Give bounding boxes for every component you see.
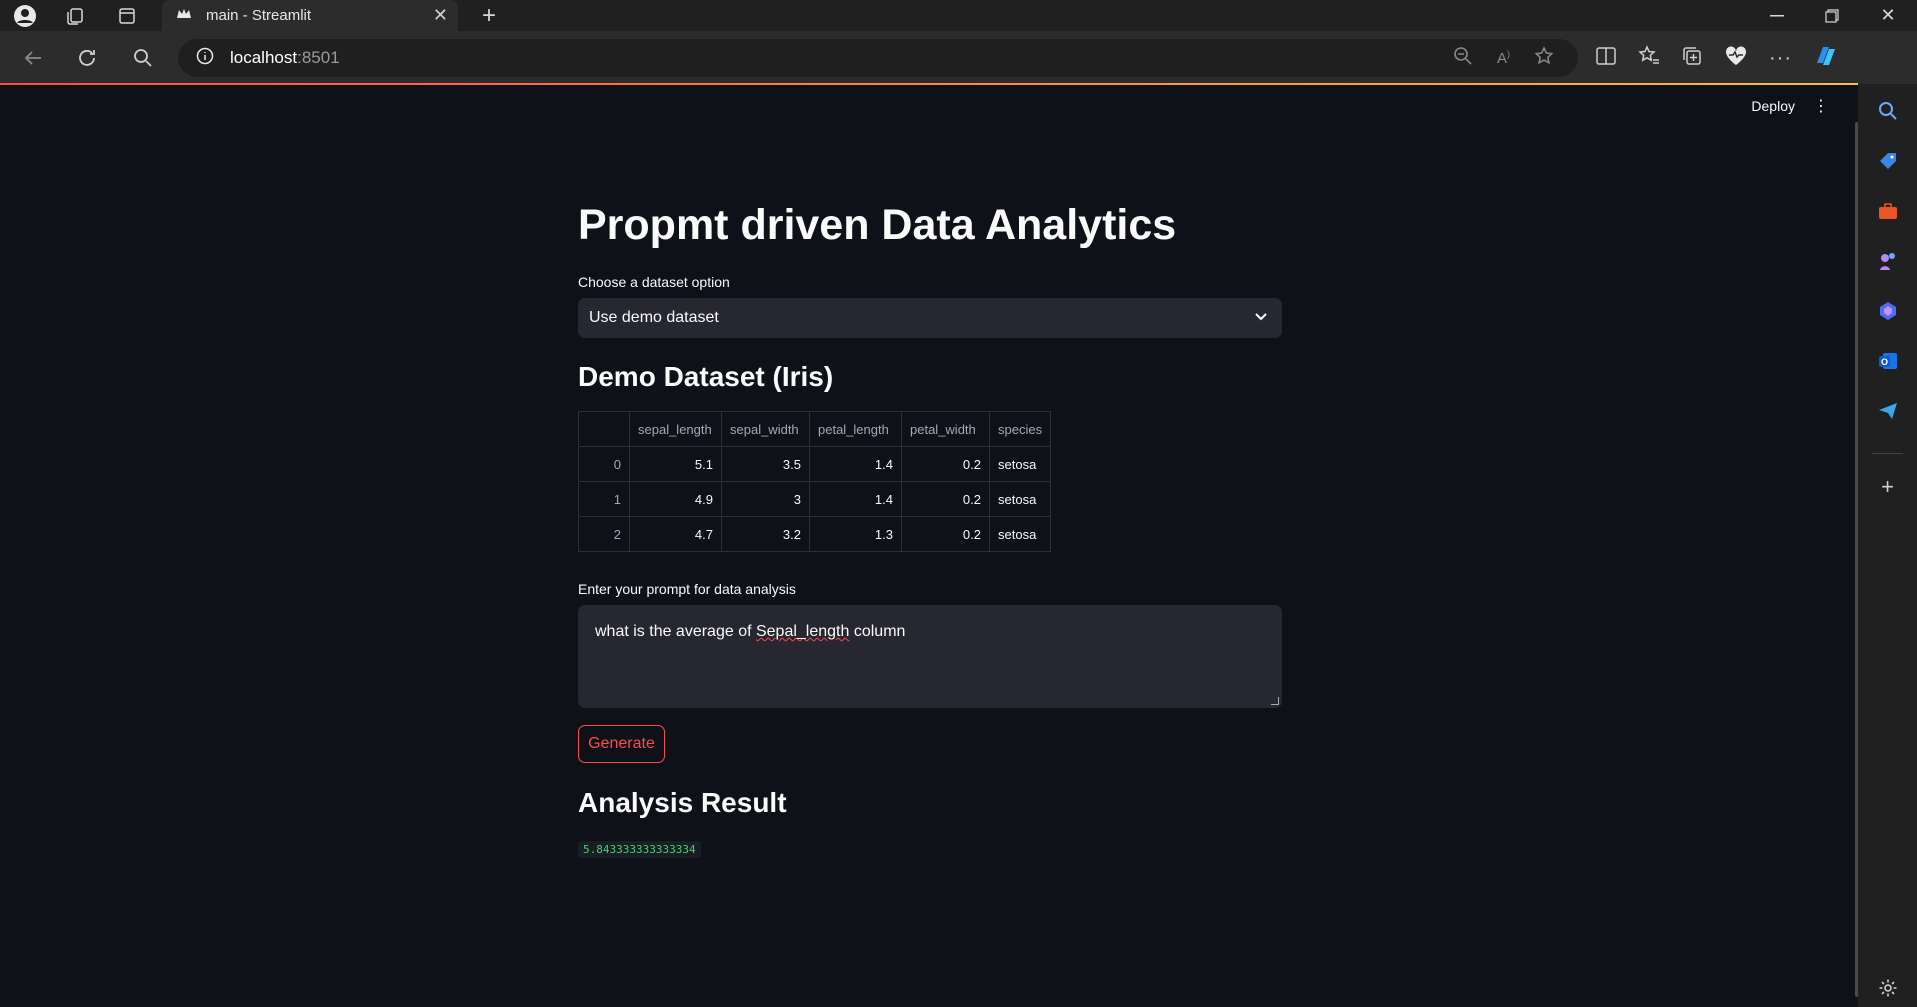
streamlit-crown-icon	[176, 7, 192, 24]
table-cell[interactable]: setosa	[988, 446, 1052, 482]
send-icon[interactable]	[1875, 398, 1900, 423]
shopping-tag-icon[interactable]	[1875, 148, 1900, 173]
browser-toolbar: ···	[1595, 41, 1839, 75]
table-cell[interactable]: 4.7	[629, 516, 722, 552]
table-row: 0 5.1 3.5 1.4 0.2 setosa	[578, 446, 1052, 482]
table-cell[interactable]: setosa	[988, 516, 1052, 552]
row-index: 0	[578, 446, 630, 482]
deploy-button[interactable]: Deploy	[1751, 98, 1795, 114]
column-header[interactable]: species	[988, 411, 1052, 447]
table-cell[interactable]: 3.2	[721, 516, 810, 552]
sidebar-divider	[1872, 453, 1903, 454]
tab-actions-icon[interactable]	[110, 0, 144, 31]
column-header[interactable]: sepal_length	[629, 411, 722, 447]
demo-dataset-heading: Demo Dataset (Iris)	[578, 361, 834, 392]
games-icon[interactable]	[1875, 248, 1900, 273]
page-title: Propmt driven Data Analytics	[578, 201, 1177, 249]
url-port: :8501	[297, 48, 340, 67]
minimize-icon[interactable]	[1757, 0, 1797, 31]
table-cell[interactable]: 3	[721, 481, 810, 517]
profile-icon[interactable]	[8, 0, 42, 31]
site-info-icon[interactable]	[196, 47, 214, 70]
table-cell[interactable]: 1.4	[809, 481, 902, 517]
browser-window: main - Streamlit ✕ + ✕ localhost:8501 A…	[0, 0, 1917, 1007]
table-cell[interactable]: 5.1	[629, 446, 722, 482]
table-cell[interactable]: 1.3	[809, 516, 902, 552]
prompt-label: Enter your prompt for data analysis	[578, 581, 796, 597]
prompt-text-misspelled: Sepal_length	[755, 623, 850, 640]
browser-essentials-icon[interactable]	[1724, 45, 1748, 72]
favorite-star-icon[interactable]	[1534, 45, 1554, 71]
column-header[interactable]: petal_length	[809, 411, 902, 447]
prompt-text-end: column	[849, 623, 906, 640]
table-cell[interactable]: 0.2	[901, 516, 990, 552]
svg-text:O: O	[1880, 357, 1887, 367]
settings-gear-icon[interactable]	[1875, 975, 1900, 1000]
table-cell[interactable]: setosa	[988, 481, 1052, 517]
table-row: 1 4.9 3 1.4 0.2 setosa	[578, 481, 1052, 517]
add-icon[interactable]: +	[1875, 474, 1900, 499]
row-index: 2	[578, 516, 630, 552]
main-menu-icon[interactable]: ⋮	[1813, 96, 1829, 116]
url-actions: A)	[1453, 39, 1554, 77]
column-header[interactable]: sepal_width	[721, 411, 810, 447]
prompt-textarea[interactable]: what is the average of Sepal_length colu…	[578, 605, 1282, 708]
analysis-result-heading: Analysis Result	[578, 787, 787, 818]
tools-briefcase-icon[interactable]	[1875, 198, 1900, 223]
table-cell[interactable]: 4.9	[629, 481, 722, 517]
copilot-apps-icon[interactable]	[1875, 298, 1900, 323]
collections-icon[interactable]	[1681, 45, 1703, 72]
favorites-icon[interactable]	[1638, 44, 1660, 72]
tab-title: main - Streamlit	[206, 7, 312, 24]
resize-handle-icon[interactable]	[1271, 697, 1279, 705]
title-bar: main - Streamlit ✕ + ✕	[0, 0, 1917, 31]
column-header[interactable]: petal_width	[901, 411, 990, 447]
index-column-header	[578, 411, 630, 447]
read-aloud-icon[interactable]: A)	[1497, 49, 1510, 67]
generate-button[interactable]: Generate	[578, 725, 665, 763]
iris-dataframe[interactable]: sepal_length sepal_width petal_length pe…	[578, 411, 1052, 552]
zoom-out-icon[interactable]	[1453, 46, 1473, 71]
address-bar: localhost:8501 A) ···	[0, 31, 1917, 84]
copilot-icon[interactable]	[1813, 43, 1839, 74]
row-index: 1	[578, 481, 630, 517]
more-options-icon[interactable]: ···	[1769, 47, 1792, 70]
table-row: 2 4.7 3.2 1.3 0.2 setosa	[578, 516, 1052, 552]
url-host: localhost	[230, 48, 298, 67]
dataset-select[interactable]: Use demo dataset	[578, 298, 1282, 338]
chevron-down-icon	[1254, 309, 1268, 328]
table-cell[interactable]: 1.4	[809, 446, 902, 482]
analysis-result-value: 5.843333333333334	[578, 841, 701, 858]
back-icon[interactable]	[16, 41, 50, 75]
restore-icon[interactable]	[1812, 0, 1852, 31]
table-header-row: sepal_length sepal_width petal_length pe…	[578, 411, 1052, 447]
url-bar[interactable]: localhost:8501 A)	[178, 39, 1578, 77]
dataset-select-value: Use demo dataset	[589, 309, 719, 326]
edge-sidebar: O +	[1858, 84, 1917, 1007]
table-cell[interactable]: 3.5	[721, 446, 810, 482]
workspaces-icon[interactable]	[58, 0, 92, 31]
close-window-icon[interactable]: ✕	[1868, 0, 1908, 31]
new-tab-icon[interactable]: +	[472, 0, 506, 31]
sidebar-search-icon[interactable]	[1875, 98, 1900, 123]
streamlit-app: Deploy ⋮ Propmt driven Data Analytics Ch…	[2, 85, 1855, 1007]
prompt-text-start: what is the average of	[595, 623, 756, 640]
search-icon[interactable]	[126, 41, 160, 75]
tab-streamlit[interactable]: main - Streamlit ✕	[162, 0, 458, 31]
close-tab-icon[interactable]: ✕	[433, 5, 448, 26]
table-cell[interactable]: 0.2	[901, 481, 990, 517]
outlook-icon[interactable]: O	[1875, 348, 1900, 373]
split-screen-icon[interactable]	[1595, 45, 1617, 72]
dataset-select-label: Choose a dataset option	[578, 274, 730, 290]
refresh-icon[interactable]	[70, 41, 104, 75]
table-cell[interactable]: 0.2	[901, 446, 990, 482]
